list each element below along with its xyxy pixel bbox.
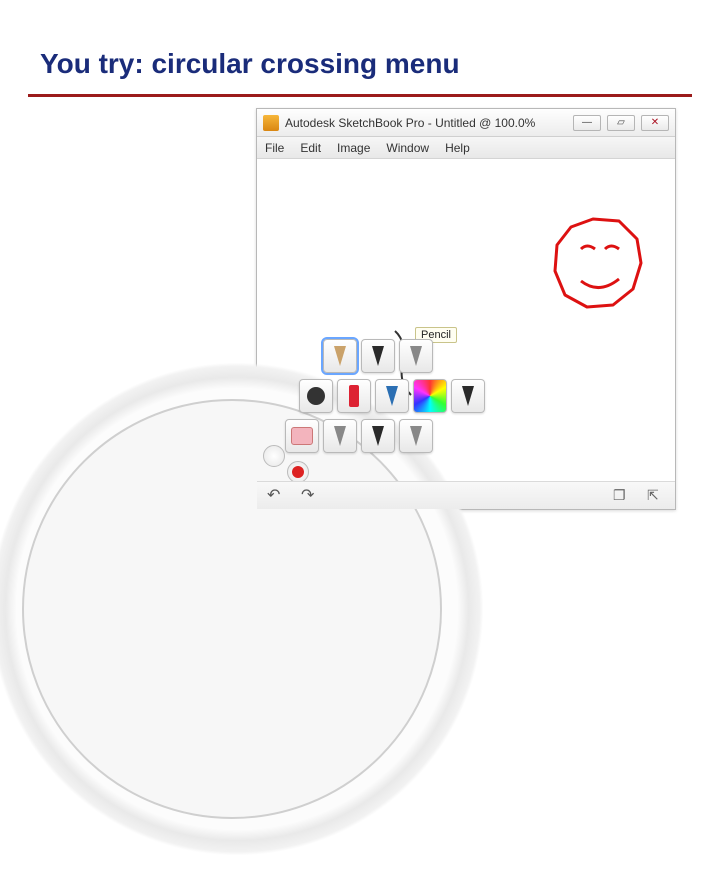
user-sketch bbox=[541, 209, 651, 319]
layers-icon[interactable] bbox=[613, 487, 631, 505]
soft-pencil-tile[interactable] bbox=[399, 339, 433, 373]
app-window: Autodesk SketchBook Pro - Untitled @ 100… bbox=[256, 108, 676, 510]
drawing-canvas[interactable]: Pencil bbox=[257, 159, 675, 509]
menu-file[interactable]: File bbox=[257, 137, 292, 158]
menu-help[interactable]: Help bbox=[437, 137, 478, 158]
brush-pen-tile[interactable] bbox=[399, 419, 433, 453]
palette-dot-button[interactable] bbox=[263, 445, 285, 467]
close-button[interactable]: ✕ bbox=[641, 115, 669, 131]
record-dot-button[interactable] bbox=[287, 461, 309, 483]
redo-icon[interactable] bbox=[301, 487, 319, 505]
bottom-toolbar bbox=[257, 481, 675, 509]
menubar: File Edit Image Window Help bbox=[257, 137, 675, 159]
export-icon[interactable] bbox=[647, 487, 665, 505]
color-wheel-tile[interactable] bbox=[413, 379, 447, 413]
minimize-button[interactable]: — bbox=[573, 115, 601, 131]
fine-tip-tile[interactable] bbox=[451, 379, 485, 413]
hard-pencil-tile[interactable] bbox=[361, 339, 395, 373]
pencil-tile[interactable] bbox=[323, 339, 357, 373]
slide-title: You try: circular crossing menu bbox=[40, 48, 460, 80]
eraser-tile[interactable] bbox=[285, 419, 319, 453]
maximize-button[interactable]: ▱ bbox=[607, 115, 635, 131]
menu-edit[interactable]: Edit bbox=[292, 137, 329, 158]
menu-image[interactable]: Image bbox=[329, 137, 378, 158]
app-icon bbox=[263, 115, 279, 131]
round-brush-tile[interactable] bbox=[299, 379, 333, 413]
title-underline bbox=[28, 94, 692, 97]
blue-brush-tile[interactable] bbox=[375, 379, 409, 413]
marker-tile[interactable] bbox=[337, 379, 371, 413]
titlebar[interactable]: Autodesk SketchBook Pro - Untitled @ 100… bbox=[257, 109, 675, 137]
window-title: Autodesk SketchBook Pro - Untitled @ 100… bbox=[285, 116, 535, 130]
menu-window[interactable]: Window bbox=[378, 137, 437, 158]
chisel-tile[interactable] bbox=[323, 419, 357, 453]
ink-tile[interactable] bbox=[361, 419, 395, 453]
undo-icon[interactable] bbox=[267, 487, 285, 505]
